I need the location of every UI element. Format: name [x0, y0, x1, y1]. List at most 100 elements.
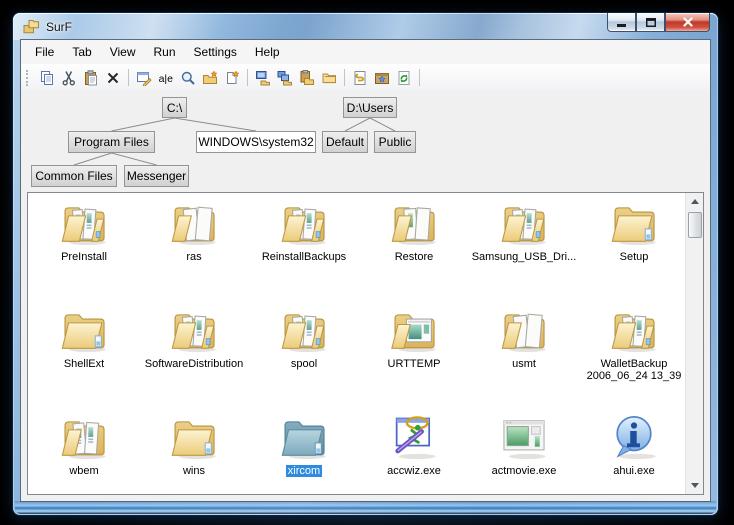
file-item-spool[interactable]: spool — [249, 303, 359, 410]
tab-node-dusers[interactable]: D:\Users — [343, 97, 397, 118]
toolbar-separator — [247, 69, 248, 86]
file-item-preinstall[interactable]: PreInstall — [29, 196, 139, 303]
tab-node-default[interactable]: Default — [322, 131, 368, 153]
folder-empty-icon — [58, 305, 110, 357]
tab-node-messenger[interactable]: Messenger — [124, 165, 189, 187]
folder-full-icon — [278, 305, 330, 357]
file-label: URTTEMP — [387, 358, 441, 370]
file-item-ahui.exe[interactable]: ahui.exe — [579, 410, 689, 494]
exe-wizard-icon — [388, 412, 440, 464]
file-item-urttemp[interactable]: URTTEMP — [359, 303, 469, 410]
new-folder-icon — [202, 69, 218, 86]
menu-bar: File Tab View Run Settings Help — [21, 40, 710, 64]
file-item-restore[interactable]: Restore — [359, 196, 469, 303]
folder-full-icon — [58, 198, 110, 250]
file-item-ras[interactable]: ras — [139, 196, 249, 303]
scroll-thumb[interactable] — [688, 212, 702, 238]
titlebar[interactable]: SurF — [13, 13, 718, 40]
exe-movie-icon — [498, 412, 550, 464]
file-label: WalletBackup 2006_06_24 13_39 — [586, 358, 682, 382]
folder-docs2-icon — [388, 198, 440, 250]
svg-text:a|e: a|e — [159, 73, 174, 85]
refresh-icon — [396, 70, 412, 86]
copy-folder-icon — [321, 70, 337, 86]
file-item-shellext[interactable]: ShellExt — [29, 303, 139, 410]
file-label: Samsung_USB_Dri... — [471, 251, 577, 263]
delete-icon — [105, 70, 121, 86]
tab-node-sys32[interactable]: WINDOWS\system32 — [196, 131, 316, 153]
script-button[interactable] — [349, 67, 371, 89]
vertical-scrollbar[interactable] — [685, 193, 703, 494]
menu-item-run[interactable]: Run — [145, 42, 185, 62]
computer-folder-button[interactable] — [252, 67, 274, 89]
cut-button[interactable] — [58, 67, 80, 89]
copy-folder-button[interactable] — [318, 67, 340, 89]
archive-star-button[interactable] — [371, 67, 393, 89]
toolbar-separator — [128, 69, 129, 86]
file-label: SoftwareDistribution — [144, 358, 244, 370]
tab-node-common[interactable]: Common Files — [31, 165, 117, 187]
file-item-wins[interactable]: wins — [139, 410, 249, 494]
close-button[interactable] — [665, 13, 710, 32]
scroll-down-icon — [690, 483, 699, 488]
search-button[interactable] — [177, 67, 199, 89]
file-label: xircom — [285, 465, 323, 477]
file-item-setup[interactable]: Setup — [579, 196, 689, 303]
folder-app-icon — [388, 305, 440, 357]
file-label: ReinstallBackups — [261, 251, 347, 263]
copy-button[interactable] — [36, 67, 58, 89]
menu-item-view[interactable]: View — [101, 42, 145, 62]
scroll-up-button[interactable] — [686, 193, 703, 210]
menu-item-settings[interactable]: Settings — [185, 42, 246, 62]
delete-button[interactable] — [102, 67, 124, 89]
tab-node-public[interactable]: Public — [374, 131, 416, 153]
paste-folder-button[interactable] — [296, 67, 318, 89]
file-item-softwaredistribution[interactable]: SoftwareDistribution — [139, 303, 249, 410]
file-item-actmovie.exe[interactable]: actmovie.exe — [469, 410, 579, 494]
toolbar-separator — [344, 69, 345, 86]
file-label: wbem — [69, 465, 99, 477]
client-area: File Tab View Run Settings Help a|e C:\ D:\Use… — [21, 40, 710, 501]
file-label: spool — [290, 358, 318, 370]
file-label: ras — [186, 251, 202, 263]
scroll-down-button[interactable] — [686, 477, 703, 494]
paste-icon — [83, 69, 99, 86]
file-item-xircom[interactable]: xircom — [249, 410, 359, 494]
folder-empty-icon — [168, 412, 220, 464]
tab-node-c[interactable]: C:\ — [162, 97, 187, 118]
network-folder-button[interactable] — [274, 67, 296, 89]
file-label: ahui.exe — [613, 465, 655, 477]
folder-full-icon — [498, 198, 550, 250]
toolbar-grip[interactable] — [26, 69, 32, 86]
menu-item-file[interactable]: File — [26, 42, 63, 62]
file-item-reinstallbackups[interactable]: ReinstallBackups — [249, 196, 359, 303]
file-label: usmt — [512, 358, 536, 370]
rename-icon: a|e — [158, 70, 174, 86]
menu-item-tab[interactable]: Tab — [63, 42, 100, 62]
file-list: PreInstall ras ReinstallBackups Restore Sams… — [27, 192, 704, 495]
file-grid: PreInstall ras ReinstallBackups Restore Sams… — [29, 196, 685, 494]
folder-full-icon — [278, 198, 330, 250]
maximize-button[interactable] — [636, 13, 665, 32]
paste-button[interactable] — [80, 67, 102, 89]
file-item-walletbackup[interactable]: WalletBackup 2006_06_24 13_39 — [579, 303, 689, 410]
tab-tree: C:\ D:\Users Program Files WINDOWS\system32… — [21, 91, 710, 192]
file-item-accwiz.exe[interactable]: accwiz.exe — [359, 410, 469, 494]
rename-button[interactable]: a|e — [155, 67, 177, 89]
file-label: Setup — [619, 251, 649, 263]
maximize-icon — [645, 17, 656, 27]
minimize-button[interactable] — [607, 13, 636, 32]
new-file-button[interactable] — [221, 67, 243, 89]
tab-node-pf[interactable]: Program Files — [68, 131, 155, 153]
file-item-wbem[interactable]: wbem — [29, 410, 139, 494]
paste-folder-icon — [299, 69, 315, 86]
file-item-samsung_usb_dri...[interactable]: Samsung_USB_Dri... — [469, 196, 579, 303]
file-item-usmt[interactable]: usmt — [469, 303, 579, 410]
refresh-button[interactable] — [393, 67, 415, 89]
new-folder-button[interactable] — [199, 67, 221, 89]
app-icon — [23, 20, 39, 34]
folder-empty-icon — [608, 198, 660, 250]
properties-button[interactable] — [133, 67, 155, 89]
menu-item-help[interactable]: Help — [246, 42, 289, 62]
toolbar: a|e — [21, 64, 710, 91]
